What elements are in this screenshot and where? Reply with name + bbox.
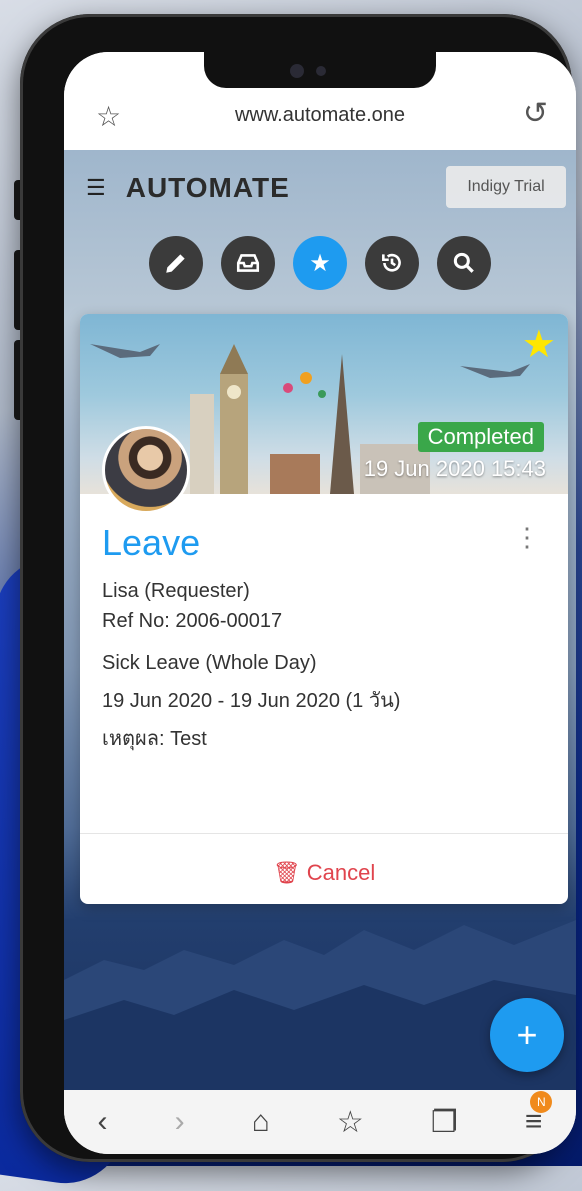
tabs-icon[interactable]: ❐ (431, 1105, 458, 1140)
cancel-button[interactable]: 🗑 Cancel (80, 860, 568, 886)
notification-badge: N (530, 1091, 553, 1113)
plus-icon: + (516, 1014, 538, 1055)
history-button[interactable] (365, 236, 419, 290)
leave-type: Sick Leave (Whole Day) (102, 652, 317, 674)
leave-reason: เหตุผล: Test (102, 728, 207, 750)
more-options-icon[interactable]: ⋮ (514, 522, 540, 553)
bookmarks-icon[interactable]: ☆ (337, 1105, 364, 1140)
requester-text: Lisa (Requester) (102, 580, 250, 602)
request-card[interactable]: ★ Completed 19 Jun 2020 15:43 ⋮ Leave Li… (80, 314, 568, 904)
hamburger-menu-icon[interactable]: ☰ (86, 175, 106, 201)
ref-number: Ref No: 2006-00017 (102, 610, 283, 632)
cancel-label: Cancel (306, 860, 376, 885)
url-text[interactable]: www.automate.one (64, 104, 576, 127)
sensor-icon (316, 66, 326, 76)
browser-menu-icon[interactable]: ≡ N (525, 1091, 553, 1139)
star-icon: ★ (309, 249, 331, 277)
brand-title: AUTOMATE (125, 172, 290, 203)
add-request-button[interactable]: + (490, 998, 564, 1072)
status-badge: Completed (417, 422, 544, 452)
avatar (102, 426, 190, 514)
phone-screen: ☆ www.automate.one ↺ ☰ AUTOMATE Indigy T… (64, 52, 576, 1154)
forward-icon[interactable]: › (175, 1105, 185, 1139)
card-divider (80, 833, 568, 834)
action-bar: ★ (64, 236, 576, 290)
app-content: ☰ AUTOMATE Indigy Trial ★ ★ Completed 19… (64, 150, 576, 1090)
phone-notch (204, 52, 436, 88)
edit-button[interactable] (149, 236, 203, 290)
app-header: ☰ AUTOMATE (86, 172, 290, 204)
card-body: ⋮ Leave Lisa (Requester) Ref No: 2006-00… (80, 494, 568, 754)
home-icon[interactable]: ⌂ (252, 1105, 270, 1139)
trial-button[interactable]: Indigy Trial (446, 166, 566, 208)
browser-nav-bar: ‹ › ⌂ ☆ ❐ ≡ N (64, 1090, 576, 1154)
pencil-icon (166, 254, 185, 273)
leave-date-range: 19 Jun 2020 - 19 Jun 2020 (1 วัน) (102, 690, 401, 712)
trash-icon: 🗑 (272, 860, 301, 885)
camera-icon (290, 64, 304, 78)
phone-frame: ☆ www.automate.one ↺ ☰ AUTOMATE Indigy T… (20, 14, 576, 1162)
inbox-button[interactable] (221, 236, 275, 290)
search-button[interactable] (437, 236, 491, 290)
request-datetime: 19 Jun 2020 15:43 (363, 456, 546, 481)
history-icon (382, 253, 401, 272)
favorite-star-icon[interactable]: ★ (522, 322, 556, 367)
inbox-icon (236, 254, 260, 272)
reload-icon[interactable]: ↺ (523, 96, 548, 131)
favorites-button[interactable]: ★ (293, 236, 347, 290)
search-icon (453, 252, 474, 273)
back-icon[interactable]: ‹ (98, 1105, 108, 1139)
request-title[interactable]: Leave (102, 522, 546, 564)
